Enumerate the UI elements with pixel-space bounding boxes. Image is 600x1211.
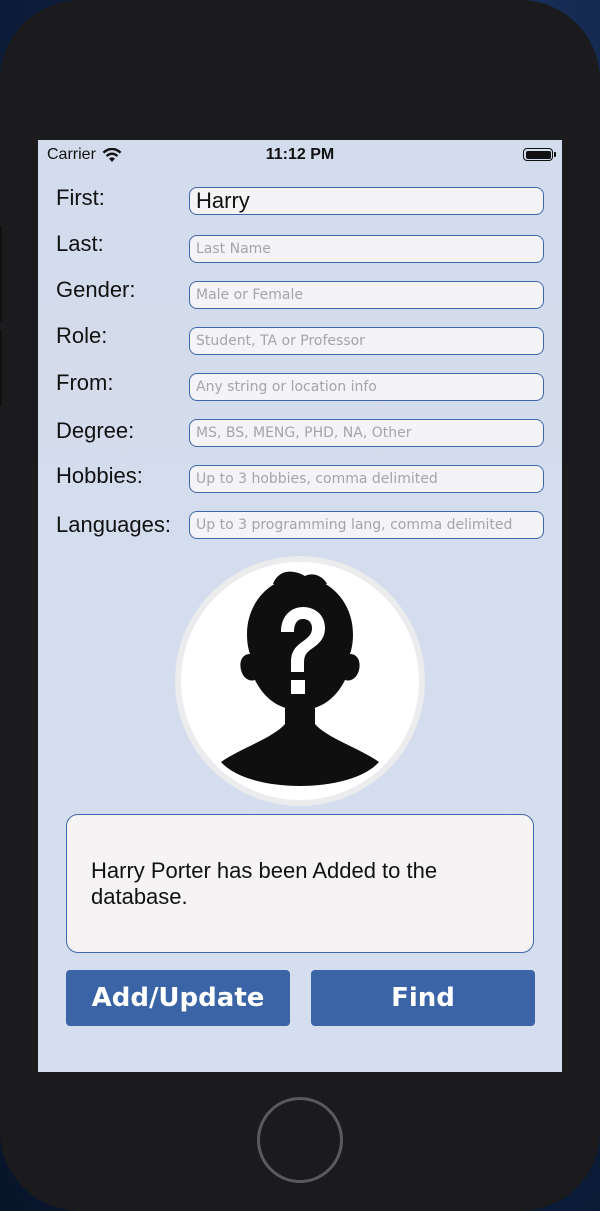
profile-avatar[interactable] (181, 562, 419, 800)
add-update-button[interactable]: Add/Update (66, 970, 290, 1026)
form-row-gender: Gender: (38, 277, 562, 311)
role-label: Role: (56, 323, 108, 348)
app-screen: Carrier 11:12 PM First: Last: Gender (38, 140, 562, 1072)
degree-label: Degree: (56, 418, 135, 443)
from-label: From: (56, 370, 114, 395)
status-bar: Carrier 11:12 PM (38, 140, 562, 170)
find-button[interactable]: Find (311, 970, 535, 1026)
volume-down-button (0, 330, 2, 406)
hobbies-label: Hobbies: (56, 463, 143, 488)
gender-input[interactable] (189, 281, 544, 309)
role-input[interactable] (189, 327, 544, 355)
hobbies-input[interactable] (189, 465, 544, 493)
degree-input[interactable] (189, 419, 544, 447)
form-row-from: From: (38, 370, 562, 403)
form-row-degree: Degree: (38, 418, 562, 449)
first-label: First: (56, 185, 105, 210)
last-name-input[interactable] (189, 235, 544, 263)
languages-label: Languages: (56, 512, 171, 537)
last-label: Last: (56, 231, 104, 256)
status-message: Harry Porter has been Added to the datab… (91, 857, 438, 909)
phone-frame: Carrier 11:12 PM First: Last: Gender (0, 0, 600, 1211)
form-row-role: Role: (38, 323, 562, 357)
home-button[interactable] (257, 1097, 343, 1183)
form-row-first: First: (38, 185, 562, 217)
unknown-person-icon (221, 571, 379, 786)
gender-label: Gender: (56, 277, 136, 302)
first-name-input[interactable] (189, 187, 544, 215)
form-row-hobbies: Hobbies: (38, 463, 562, 495)
volume-up-button (0, 226, 2, 322)
form-row-languages: Languages: (38, 511, 562, 541)
form-row-last: Last: (38, 231, 562, 265)
message-box: Harry Porter has been Added to the datab… (66, 814, 534, 953)
status-time: 11:12 PM (265, 146, 335, 163)
from-input[interactable] (189, 373, 544, 401)
languages-input[interactable] (189, 511, 544, 539)
battery-icon (523, 148, 556, 161)
